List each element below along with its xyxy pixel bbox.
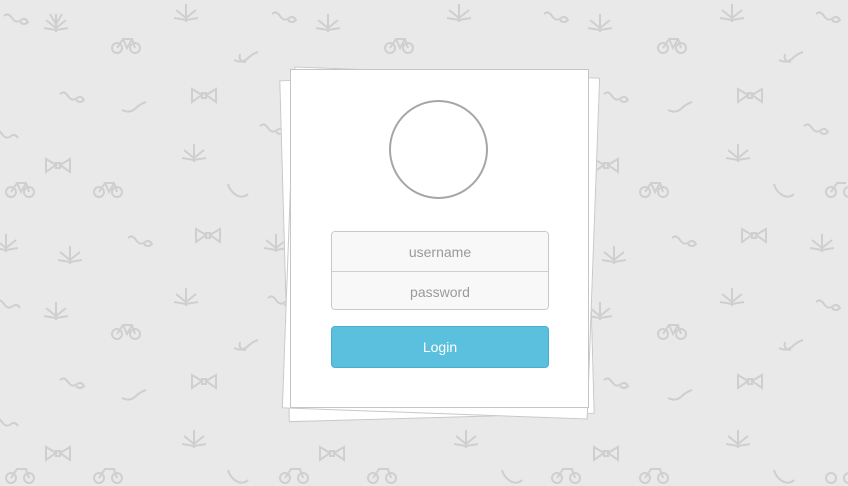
leaf-icon [722, 140, 754, 164]
pipe-icon [118, 384, 150, 408]
pipe-icon [118, 96, 150, 120]
bow-tie-icon [316, 442, 348, 466]
mustache-icon [0, 294, 32, 318]
leaf-icon [584, 10, 616, 34]
leaf-icon [716, 284, 748, 308]
leaf-icon [40, 10, 72, 34]
bicycle-icon [4, 462, 36, 486]
login-card: Login [290, 69, 589, 408]
pipe-icon [775, 334, 807, 358]
pipe-icon [230, 46, 262, 70]
leaf-icon [170, 0, 202, 24]
bicycle-icon [92, 462, 124, 486]
bow-tie-icon [188, 370, 220, 394]
login-button[interactable]: Login [331, 326, 549, 368]
mustache-icon [0, 8, 32, 32]
bow-tie-icon [734, 370, 766, 394]
bow-tie-icon [42, 154, 74, 178]
pipe-icon [222, 180, 254, 204]
mustache-icon [800, 118, 832, 142]
username-input[interactable] [332, 232, 548, 271]
bicycle-icon [92, 176, 124, 200]
mustache-icon [0, 124, 32, 148]
bicycle-icon [278, 462, 310, 486]
bow-tie-icon [188, 84, 220, 108]
leaf-icon [170, 284, 202, 308]
bow-tie-icon [590, 442, 622, 466]
bow-tie-icon [738, 224, 770, 248]
bow-tie-icon [734, 84, 766, 108]
pipe-icon [222, 466, 254, 486]
bow-tie-icon [192, 224, 224, 248]
bicycle-icon [638, 462, 670, 486]
pipe-icon [496, 466, 528, 486]
login-fields [331, 231, 549, 310]
mustache-icon [600, 372, 632, 396]
mustache-icon [812, 6, 844, 30]
bicycle-icon [110, 318, 142, 342]
bicycle-icon [638, 176, 670, 200]
leaf-icon [716, 0, 748, 24]
mustache-icon [124, 230, 156, 254]
leaf-icon [443, 0, 475, 24]
leaf-icon [722, 426, 754, 450]
avatar-placeholder [389, 100, 488, 199]
pipe-icon [768, 466, 800, 486]
leaf-icon [450, 426, 482, 450]
bicycle-icon [383, 32, 415, 56]
mustache-icon [0, 412, 32, 436]
pipe-icon [775, 46, 807, 70]
bow-tie-icon [42, 442, 74, 466]
mustache-icon [540, 6, 572, 30]
bicycle-icon [110, 32, 142, 56]
leaf-icon [312, 10, 344, 34]
leaf-icon [40, 298, 72, 322]
bicycle-icon [550, 462, 582, 486]
bicycle-icon [656, 318, 688, 342]
leaf-icon [178, 426, 210, 450]
password-input[interactable] [332, 272, 548, 309]
mustache-icon [812, 294, 844, 318]
bicycle-icon [4, 176, 36, 200]
leaf-icon [806, 230, 838, 254]
mustache-icon [668, 230, 700, 254]
leaf-icon [0, 230, 22, 254]
bicycle-icon [656, 32, 688, 56]
mustache-icon [56, 372, 88, 396]
leaf-icon [178, 140, 210, 164]
mustache-icon [268, 6, 300, 30]
bicycle-icon [824, 462, 848, 486]
leaf-icon [598, 242, 630, 266]
bicycle-icon [824, 176, 848, 200]
mustache-icon [600, 86, 632, 110]
pipe-icon [230, 334, 262, 358]
mustache-icon [56, 86, 88, 110]
bicycle-icon [366, 462, 398, 486]
pipe-icon [768, 180, 800, 204]
leaf-icon [54, 242, 86, 266]
pipe-icon [664, 384, 696, 408]
pipe-icon [664, 96, 696, 120]
